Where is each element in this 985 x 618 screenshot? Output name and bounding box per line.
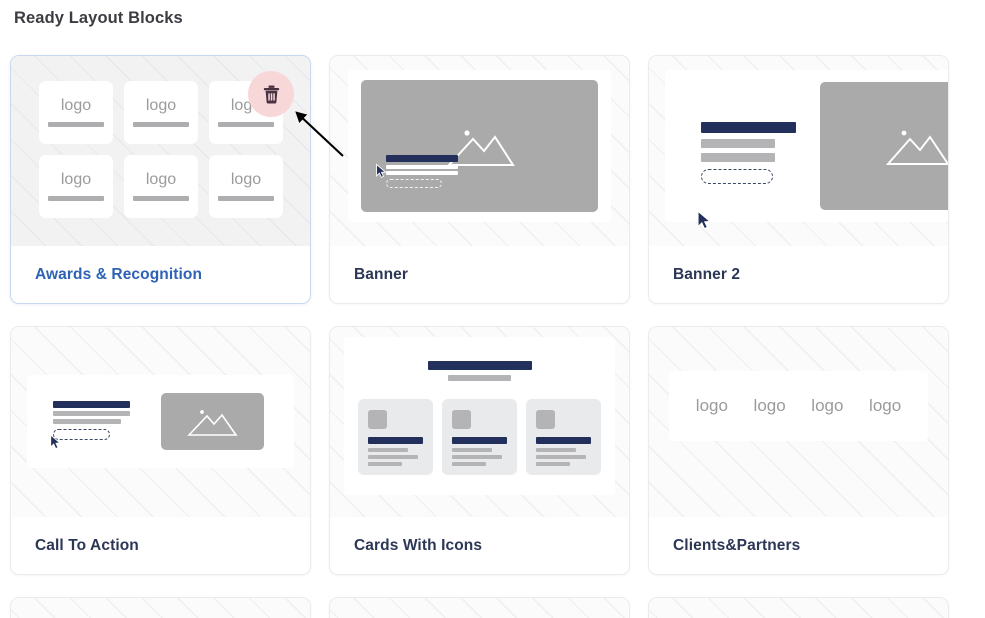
logo-tile: logo [124, 155, 198, 218]
text-line [386, 164, 458, 169]
layout-block-card-call-to-action[interactable]: Call To Action [10, 326, 311, 575]
image-placeholder-icon [885, 130, 948, 165]
logo-tile-label: logo [145, 97, 177, 114]
heading-bar [701, 122, 796, 133]
layout-block-card-clients-partners[interactable]: logo logo logo logo Clients&Partners [648, 326, 949, 575]
text-line [536, 462, 571, 466]
logo-tile: logo [209, 155, 283, 218]
card-title-bar [536, 437, 591, 444]
pointer-cursor-icon [697, 210, 712, 230]
text-line [701, 139, 776, 148]
block-thumbnail-awards-recognition: logo logo logo logo logo logo [11, 56, 310, 246]
text-line [701, 153, 776, 162]
layout-blocks-grid: logo logo logo logo logo logo Awards & R… [10, 55, 985, 618]
cta-preview-sheet [27, 375, 294, 468]
card-title-bar [368, 437, 423, 444]
image-placeholder [161, 393, 264, 450]
image-placeholder-icon [186, 409, 238, 436]
logo-tile: logo [124, 81, 198, 144]
logo-tile-underline [48, 196, 104, 201]
logo-tile-grid: logo logo logo logo logo logo [39, 81, 283, 218]
layout-block-card-partial-2[interactable] [329, 597, 630, 618]
text-line [368, 455, 418, 459]
text-line [386, 171, 458, 175]
heading-bar [427, 361, 532, 370]
block-thumbnail-banner [330, 56, 629, 246]
block-label-cards-with-icons: Cards With Icons [330, 517, 629, 574]
pointer-cursor-icon [50, 434, 62, 450]
text-line [53, 419, 121, 424]
layout-block-card-partial-1[interactable] [10, 597, 311, 618]
banner2-preview-sheet [665, 70, 948, 230]
logo-tile-underline [133, 122, 189, 127]
heading-bar [53, 401, 130, 408]
text-line [452, 462, 487, 466]
logo-tile: logo [39, 155, 113, 218]
logo-label: logo [869, 396, 902, 415]
block-label-banner: Banner [330, 246, 629, 303]
block-label-awards-recognition: Awards & Recognition [11, 246, 310, 303]
logo-tile: logo [39, 81, 113, 144]
heading-bar [386, 154, 458, 162]
page-title: Ready Layout Blocks [14, 9, 183, 27]
image-placeholder [820, 82, 948, 210]
logo-tile-label: logo [60, 171, 92, 188]
icon-card [358, 399, 433, 475]
subheading-bar [448, 375, 511, 381]
logo-tile-underline [218, 122, 274, 127]
cta-text-column [50, 401, 130, 450]
cards-with-icons-preview-sheet [344, 337, 615, 495]
layout-block-card-partial-3[interactable] [648, 597, 949, 618]
card-title-bar [452, 437, 507, 444]
block-thumbnail-partial [330, 598, 629, 618]
layout-block-card-banner-2[interactable]: Banner 2 [648, 55, 949, 304]
layout-block-card-cards-with-icons[interactable]: Cards With Icons [329, 326, 630, 575]
delete-block-button[interactable] [248, 71, 294, 117]
pointer-cursor-icon [376, 163, 387, 179]
banner2-text-column [697, 122, 796, 230]
cta-button-placeholder [701, 169, 773, 184]
logo-tile-underline [133, 196, 189, 201]
logo-tile-underline [48, 122, 104, 127]
logo-tile-label: logo [230, 171, 262, 188]
text-line [53, 411, 130, 416]
logo-label: logo [695, 396, 728, 415]
block-thumbnail-partial [11, 598, 310, 618]
logo-label: logo [811, 396, 844, 415]
icon-card [526, 399, 601, 475]
text-line [452, 448, 492, 452]
trash-icon [263, 85, 279, 104]
banner-text-overlay [376, 154, 458, 188]
image-placeholder [361, 80, 598, 212]
text-line [368, 462, 403, 466]
block-thumbnail-clients-partners: logo logo logo logo [649, 327, 948, 517]
layout-block-card-awards-recognition[interactable]: logo logo logo logo logo logo Awards & R… [10, 55, 311, 304]
cta-button-placeholder [386, 179, 442, 188]
logo-tile-underline [218, 196, 274, 201]
section-heading-placeholder [427, 361, 532, 381]
card-icon-placeholder [368, 410, 387, 429]
logo-tile-label: logo [60, 97, 92, 114]
block-thumbnail-banner-2 [649, 56, 948, 246]
logo-label: logo [753, 396, 786, 415]
card-icon-placeholder [536, 410, 555, 429]
block-thumbnail-partial [649, 598, 948, 618]
text-line [368, 448, 408, 452]
icon-card [442, 399, 517, 475]
block-label-banner-2: Banner 2 [649, 246, 948, 303]
layout-block-card-banner[interactable]: Banner [329, 55, 630, 304]
clients-logo-row-sheet: logo logo logo logo [669, 371, 928, 441]
text-line [536, 455, 586, 459]
text-line [452, 455, 502, 459]
block-label-clients-partners: Clients&Partners [649, 517, 948, 574]
icon-cards-row [358, 399, 601, 475]
block-thumbnail-call-to-action [11, 327, 310, 517]
block-label-call-to-action: Call To Action [11, 517, 310, 574]
ready-layout-blocks-panel: Ready Layout Blocks logo logo logo logo … [0, 0, 985, 618]
logo-tile-label: logo [145, 171, 177, 188]
banner-preview-sheet [348, 70, 611, 222]
text-line [536, 448, 576, 452]
block-thumbnail-cards-with-icons [330, 327, 629, 517]
card-icon-placeholder [452, 410, 471, 429]
